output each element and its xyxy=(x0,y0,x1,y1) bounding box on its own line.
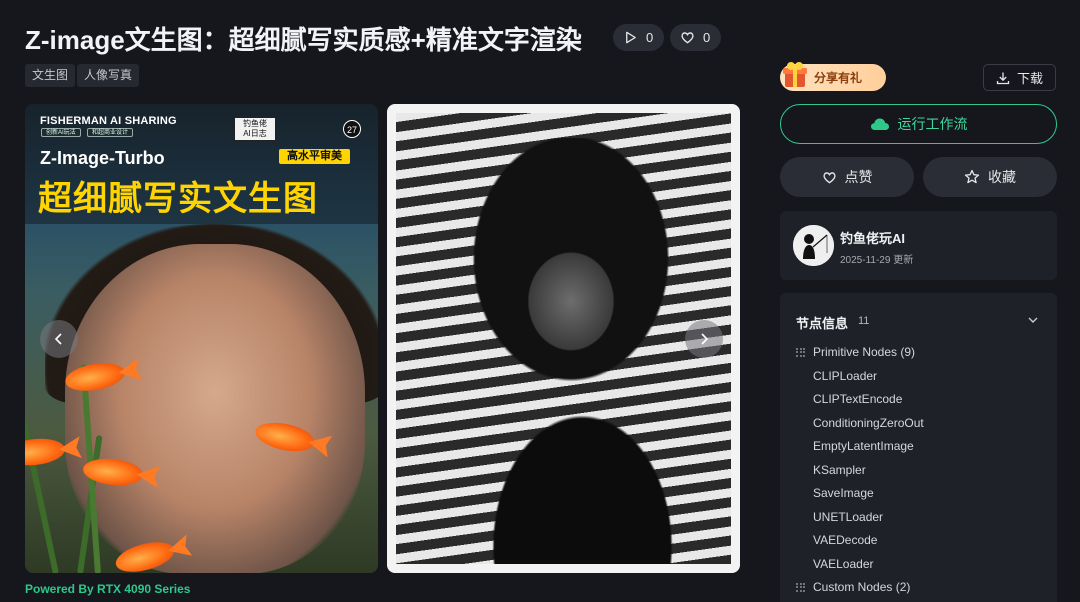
grip-icon xyxy=(796,347,805,357)
author-name[interactable]: 钓鱼佬玩AI xyxy=(840,228,905,247)
chevron-right-icon xyxy=(701,333,709,345)
chevron-left-icon xyxy=(54,333,62,345)
custom-nodes-label: Custom Nodes (2) xyxy=(813,580,911,594)
node-item: UNETLoader xyxy=(813,510,884,524)
like-count: 0 xyxy=(703,30,711,45)
node-item: EmptyLatentImage xyxy=(813,439,914,453)
page-title: Z-image文生图：超细腻写实质感+精准文字渲染 xyxy=(25,25,582,55)
bw-photo xyxy=(396,113,731,564)
poster-badge: 高水平审美 xyxy=(279,149,350,164)
poster-chip: 和超商业设计 xyxy=(87,128,134,137)
tag-portrait[interactable]: 人像写真 xyxy=(77,64,140,87)
favorite-label: 收藏 xyxy=(988,169,1016,185)
poster-sign: 钓鱼佬 AI日志 xyxy=(234,117,276,141)
poster-number: 27 xyxy=(343,120,361,138)
poster-face-shape xyxy=(65,244,365,573)
heart-icon xyxy=(681,32,694,44)
star-icon xyxy=(964,169,980,184)
download-button[interactable]: 下载 xyxy=(983,64,1056,91)
primitive-nodes-group[interactable]: Primitive Nodes (9) xyxy=(796,345,915,359)
node-info-panel: 节点信息 11 Primitive Nodes (9) CLIPLoader C… xyxy=(780,293,1057,602)
run-workflow-button[interactable]: 运行工作流 xyxy=(780,104,1057,144)
run-workflow-label: 运行工作流 xyxy=(897,116,968,132)
heart-icon xyxy=(822,171,836,183)
updated-date: 2025-11-29 更新 xyxy=(840,255,914,266)
node-item: SaveImage xyxy=(813,486,874,500)
run-count: 0 xyxy=(646,30,654,45)
node-item: VAEDecode xyxy=(813,533,878,547)
node-item: ConditioningZeroOut xyxy=(813,416,924,430)
gallery-next-button[interactable] xyxy=(685,320,723,358)
avatar[interactable] xyxy=(793,225,834,266)
download-label: 下载 xyxy=(1016,71,1043,86)
poster-brand: FISHERMAN AI SHARING xyxy=(40,115,177,127)
bw-figure-shape xyxy=(456,138,686,564)
cloud-icon xyxy=(870,118,889,130)
node-item: KSampler xyxy=(813,463,866,477)
poster-chip: 创新AI玩法 xyxy=(41,128,81,137)
node-item: CLIPTextEncode xyxy=(813,392,903,406)
chevron-down-icon[interactable] xyxy=(1027,314,1039,326)
author-card[interactable]: 钓鱼佬玩AI 2025-11-29 更新 xyxy=(780,211,1057,280)
like-count-badge[interactable]: 0 xyxy=(670,24,722,51)
like-button[interactable]: 点赞 xyxy=(780,157,914,197)
download-icon xyxy=(996,72,1010,84)
share-reward-button[interactable]: 分享有礼 xyxy=(780,62,886,91)
gift-icon xyxy=(783,62,807,87)
like-label: 点赞 xyxy=(844,169,873,185)
node-count: 11 xyxy=(858,315,870,327)
goldfish-shape xyxy=(25,435,67,469)
run-count-badge[interactable]: 0 xyxy=(613,24,665,51)
play-icon xyxy=(626,31,636,44)
node-item: VAELoader xyxy=(813,557,874,571)
node-item: CLIPLoader xyxy=(813,369,878,383)
poster-headline: 超细腻写实文生图 xyxy=(38,180,318,218)
share-reward-label: 分享有礼 xyxy=(814,71,863,85)
powered-by-label: Powered By RTX 4090 Series xyxy=(25,582,191,596)
custom-nodes-group[interactable]: Custom Nodes (2) xyxy=(796,580,910,594)
fisherman-avatar-icon xyxy=(793,225,834,266)
plant-leaf xyxy=(25,407,59,573)
tag-text-to-image[interactable]: 文生图 xyxy=(25,64,76,87)
grip-icon xyxy=(796,582,805,592)
poster-model-name: Z-Image-Turbo xyxy=(40,148,165,168)
favorite-button[interactable]: 收藏 xyxy=(923,157,1057,197)
gallery-prev-button[interactable] xyxy=(40,320,78,358)
node-info-heading: 节点信息 xyxy=(796,316,849,331)
primitive-nodes-label: Primitive Nodes (9) xyxy=(813,345,916,359)
